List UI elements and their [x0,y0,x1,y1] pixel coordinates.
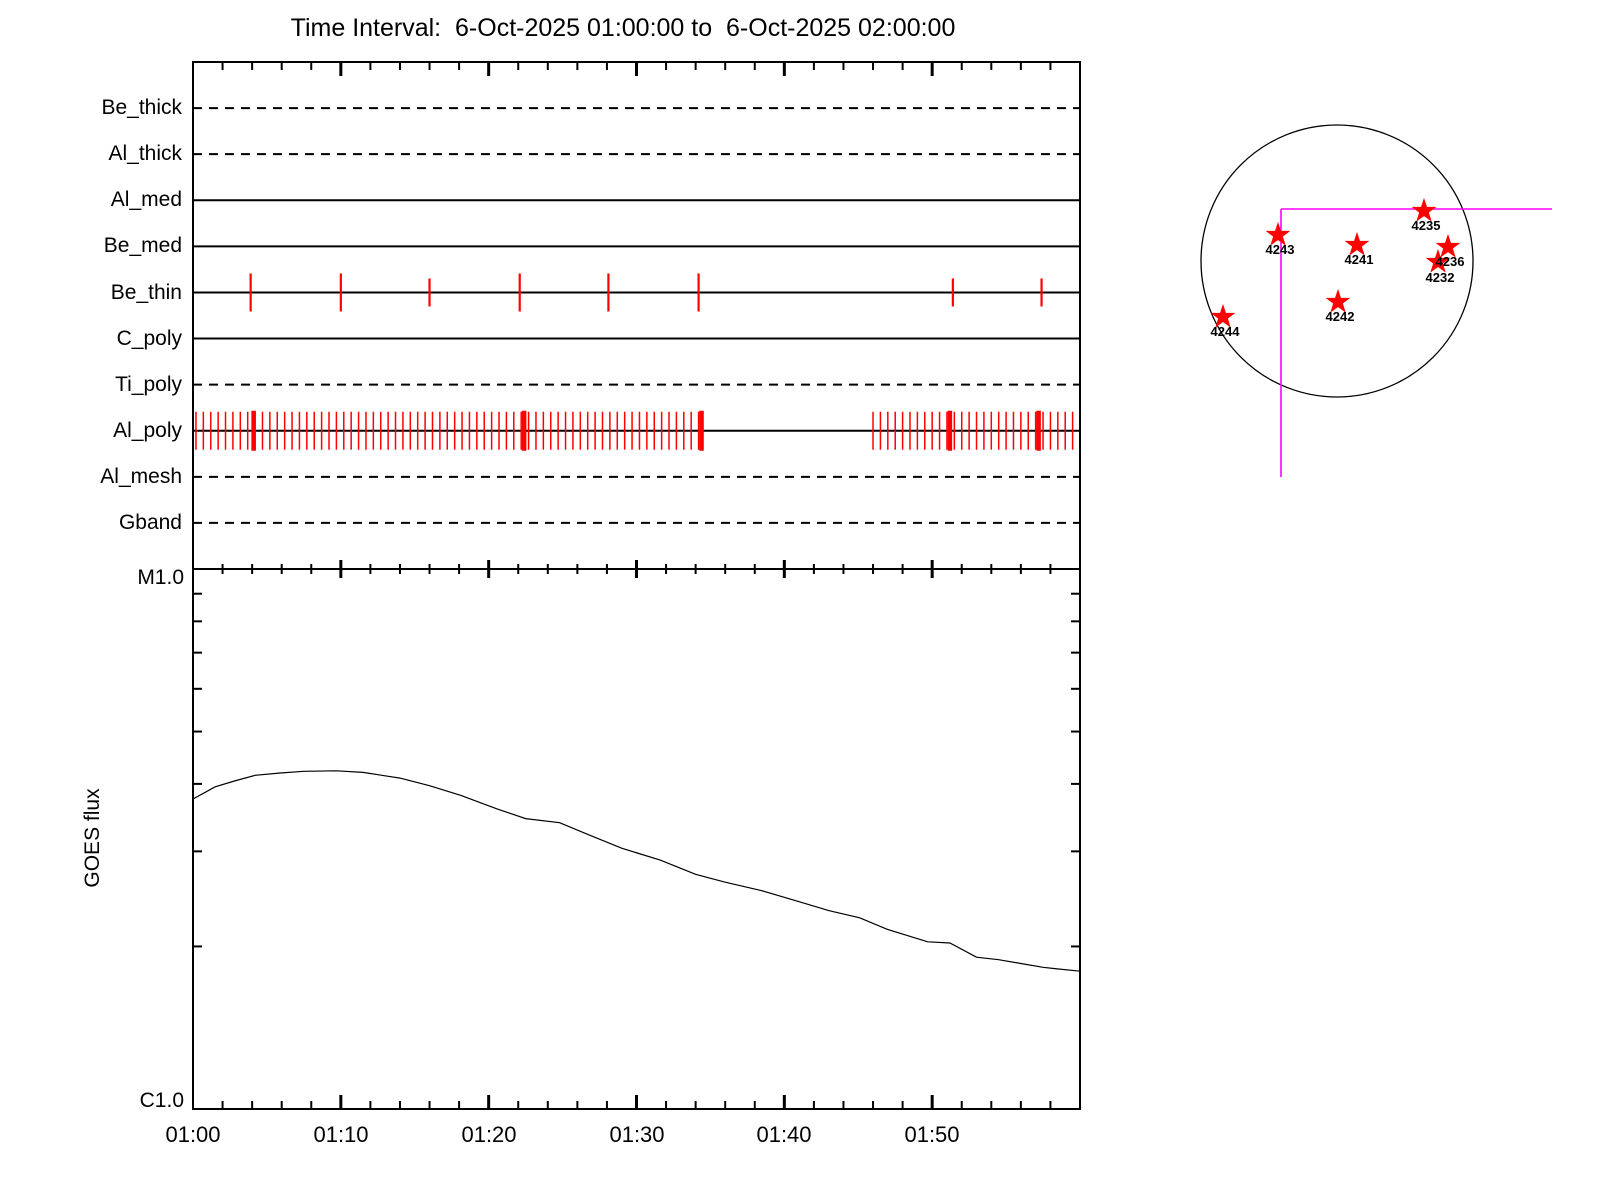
goes-flux-curve [192,770,1081,972]
row-label-ti-poly: Ti_poly [115,373,182,396]
active-region-label-4232: 4232 [1425,270,1455,285]
active-region-label-4241: 4241 [1344,252,1374,267]
plot-page: Time Interval: 6-Oct-2025 01:00:00 to 6-… [0,0,1600,1200]
row-label-al-med: Al_med [110,188,182,211]
active-region-label-4244: 4244 [1210,324,1240,339]
row-label-c-poly: C_poly [116,327,182,350]
row-label-al-mesh: Al_mesh [100,465,182,488]
x-tick-0150: 01:50 [904,1122,960,1147]
row-label-al-poly: Al_poly [113,419,182,442]
y-axis-bottom-label: C1.0 [139,1089,184,1112]
x-tick-0100: 01:00 [165,1122,221,1147]
y-axis-top-label: M1.0 [137,566,184,589]
active-region-label-4242: 4242 [1325,309,1355,324]
page-title: Time Interval: 6-Oct-2025 01:00:00 to 6-… [290,14,956,42]
row-label-be-thick: Be_thick [101,96,182,119]
x-tick-0140: 01:40 [756,1122,812,1147]
active-region-label-4235: 4235 [1411,218,1441,233]
x-tick-0110: 01:10 [313,1122,369,1147]
active-region-label-4243: 4243 [1265,242,1295,257]
plot-canvas [192,61,1552,1110]
row-label-al-thick: Al_thick [108,142,182,165]
active-region-label-4236: 4236 [1435,254,1465,269]
x-tick-0130: 01:30 [609,1122,665,1147]
y-axis-title: GOES flux [81,788,104,888]
row-label-be-thin: Be_thin [110,281,182,304]
row-label-be-med: Be_med [103,234,182,257]
x-tick-0120: 01:20 [461,1122,517,1147]
row-label-gband: Gband [118,511,182,534]
